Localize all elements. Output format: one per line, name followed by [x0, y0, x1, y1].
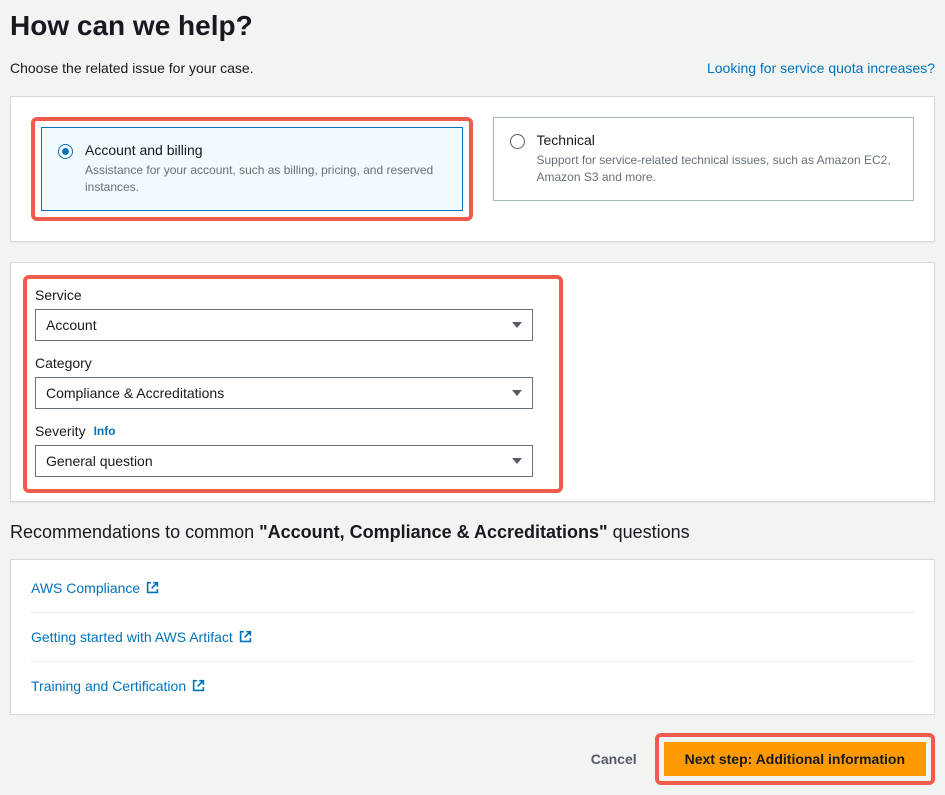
rec-item: AWS Compliance	[31, 564, 914, 613]
rec-item: Getting started with AWS Artifact	[31, 613, 914, 662]
select-category[interactable]: Compliance & Accreditations	[35, 377, 533, 409]
subheader-row: Choose the related issue for your case. …	[10, 60, 935, 76]
subtitle-text: Choose the related issue for your case.	[10, 60, 254, 76]
quota-increase-link[interactable]: Looking for service quota increases?	[707, 60, 935, 76]
external-link-icon	[146, 581, 159, 594]
fields-wrap: Service Account Category Compliance & Ac…	[31, 283, 914, 481]
recs-heading-bold: "Account, Compliance & Accreditations"	[259, 522, 607, 542]
severity-info-link[interactable]: Info	[94, 424, 116, 438]
next-step-button[interactable]: Next step: Additional information	[664, 742, 926, 776]
radio-icon	[510, 134, 525, 149]
select-service-value: Account	[46, 317, 97, 333]
label-severity: Severity Info	[35, 423, 547, 439]
highlight-account-billing: Account and billing Assistance for your …	[31, 117, 473, 221]
label-service: Service	[35, 287, 547, 303]
rec-link-text: Getting started with AWS Artifact	[31, 629, 233, 645]
select-severity-value: General question	[46, 453, 153, 469]
rec-link-aws-artifact[interactable]: Getting started with AWS Artifact	[31, 629, 252, 645]
recommendations-list: AWS Compliance Getting started with AWS …	[10, 559, 935, 715]
highlight-fields: Service Account Category Compliance & Ac…	[23, 275, 563, 493]
external-link-icon	[239, 630, 252, 643]
radio-label-group: Technical Support for service-related te…	[537, 132, 898, 186]
radio-container: Account and billing Assistance for your …	[31, 117, 914, 221]
label-severity-text: Severity	[35, 423, 86, 439]
radio-card-account-billing[interactable]: Account and billing Assistance for your …	[41, 127, 463, 211]
radio-title-account: Account and billing	[85, 142, 446, 158]
radio-desc-technical: Support for service-related technical is…	[537, 152, 898, 186]
select-severity[interactable]: General question	[35, 445, 533, 477]
caret-down-icon	[512, 390, 522, 396]
rec-link-training-cert[interactable]: Training and Certification	[31, 678, 205, 694]
radio-card-technical[interactable]: Technical Support for service-related te…	[493, 117, 915, 201]
external-link-icon	[192, 679, 205, 692]
recommendations-heading: Recommendations to common "Account, Comp…	[10, 522, 935, 543]
rec-link-text: AWS Compliance	[31, 580, 140, 596]
field-service: Service Account	[35, 287, 547, 341]
rec-link-text: Training and Certification	[31, 678, 186, 694]
radio-label-group: Account and billing Assistance for your …	[85, 142, 446, 196]
label-category: Category	[35, 355, 547, 371]
caret-down-icon	[512, 322, 522, 328]
field-severity: Severity Info General question	[35, 423, 547, 477]
footer-row: Cancel Next step: Additional information	[10, 733, 935, 785]
fields-panel: Service Account Category Compliance & Ac…	[10, 262, 935, 502]
radio-title-technical: Technical	[537, 132, 898, 148]
page-title: How can we help?	[10, 10, 935, 42]
rec-link-aws-compliance[interactable]: AWS Compliance	[31, 580, 159, 596]
recs-heading-suffix: questions	[608, 522, 690, 542]
select-service[interactable]: Account	[35, 309, 533, 341]
select-category-value: Compliance & Accreditations	[46, 385, 224, 401]
issue-type-panel: Account and billing Assistance for your …	[10, 96, 935, 242]
radio-icon	[58, 144, 73, 159]
radio-col-technical: Technical Support for service-related te…	[493, 117, 915, 221]
radio-desc-account: Assistance for your account, such as bil…	[85, 162, 446, 196]
caret-down-icon	[512, 458, 522, 464]
recs-heading-prefix: Recommendations to common	[10, 522, 259, 542]
cancel-button[interactable]: Cancel	[591, 751, 637, 767]
field-category: Category Compliance & Accreditations	[35, 355, 547, 409]
rec-item: Training and Certification	[31, 662, 914, 710]
highlight-next-button: Next step: Additional information	[655, 733, 935, 785]
